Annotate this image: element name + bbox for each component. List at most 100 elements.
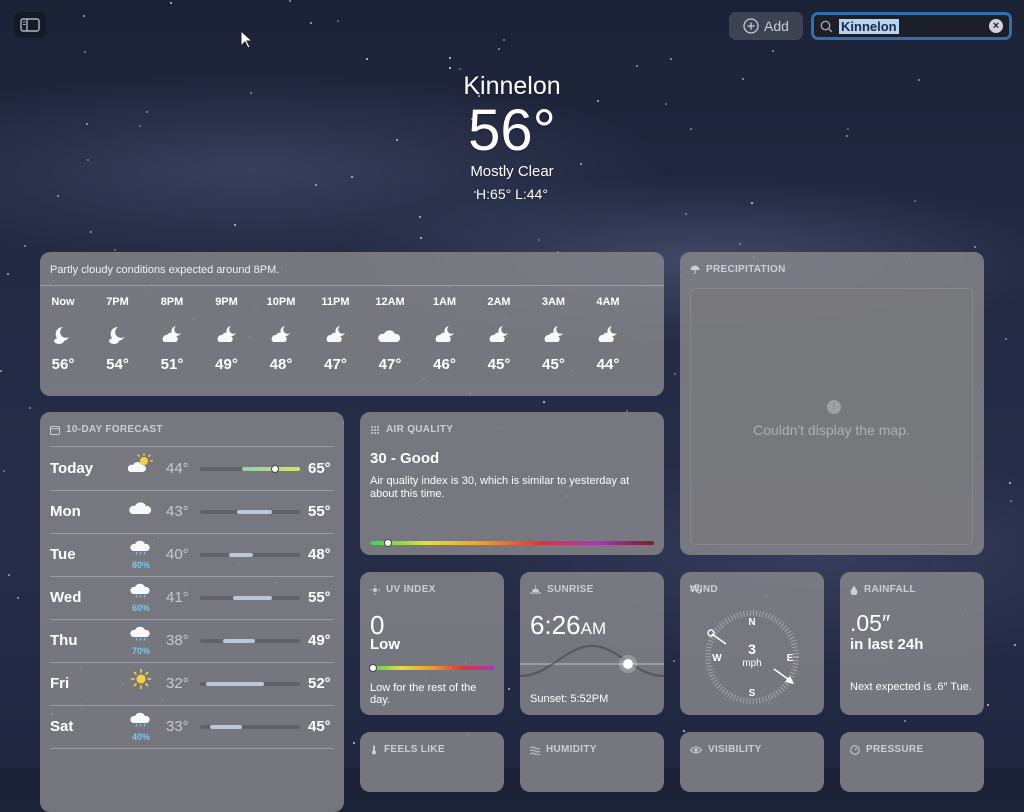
sidebar-icon [20, 18, 40, 32]
star [636, 65, 638, 67]
star [538, 239, 540, 241]
forecast-row[interactable]: Thu 70% 38° 49° [50, 619, 334, 663]
umbrella-icon [690, 265, 700, 274]
star [0, 370, 2, 372]
add-location-button[interactable]: Add [729, 12, 803, 40]
rainfall-card[interactable]: RAINFALL .05″ in last 24h Next expected … [840, 572, 984, 715]
rainfall-value: .05″ [850, 610, 891, 636]
forecast-high: 45° [308, 718, 331, 735]
humidity-title: HUMIDITY [530, 744, 597, 755]
forecast-row[interactable]: Today 44° 65° [50, 447, 334, 491]
wind-speed: 3 [748, 641, 756, 657]
sunrise-title: SUNRISE [530, 584, 594, 595]
forecast-high: 55° [308, 589, 331, 606]
partly-cloudy-night-icon [217, 326, 236, 342]
wind-card[interactable]: WIND N E S W 3 mph [680, 572, 824, 715]
star [508, 688, 510, 690]
forecast-row[interactable]: Fri 32° 52° [50, 662, 334, 706]
hourly-forecast-card[interactable]: Partly cloudy conditions expected around… [40, 252, 664, 396]
hour-time: 2AM [487, 296, 511, 308]
air-quality-title: AIR QUALITY [370, 424, 453, 435]
current-weather-header: Kinnelon 56° Mostly Clear H:65° L:44° [0, 72, 1024, 202]
add-button-label: Add [764, 18, 789, 34]
current-temperature: 56° [468, 98, 556, 163]
partly-cloudy-night-icon [326, 326, 345, 342]
humidity-card[interactable]: HUMIDITY [520, 732, 664, 792]
uv-index-card[interactable]: UV INDEX 0 Low Low for the rest of the d… [360, 572, 504, 715]
partly-sunny-icon [127, 453, 153, 472]
compass-west: W [712, 653, 722, 664]
search-field[interactable]: Kinnelon × [811, 12, 1012, 40]
partly-cloudy-night-icon [435, 326, 454, 342]
sunrise-card[interactable]: SUNRISE 6:26AM Sunset: 5:52PM [520, 572, 664, 715]
star [310, 22, 312, 24]
pressure-title-text: PRESSURE [866, 744, 924, 755]
hour-time: 8PM [160, 296, 184, 308]
rain-cloud-icon [130, 583, 150, 598]
temperature-range-bar [200, 639, 300, 643]
temperature-range-fill [233, 596, 272, 600]
rainfall-title-text: RAINFALL [864, 584, 916, 595]
sidebar-toggle-button[interactable] [14, 12, 46, 38]
uv-note: Low for the rest of the day. [370, 682, 477, 706]
star [366, 58, 368, 60]
forecast-row[interactable]: Sat 40% 33° 45° [50, 705, 334, 749]
search-input-value[interactable]: Kinnelon [839, 18, 899, 34]
star [8, 574, 10, 576]
forecast-row[interactable]: Mon 43° 55° [50, 490, 334, 534]
star [419, 216, 421, 218]
air-quality-card[interactable]: AIR QUALITY 30 - Good Air quality index … [360, 412, 664, 555]
forecast-day: Thu [50, 632, 78, 649]
ten-day-title: 10-DAY FORECAST [50, 424, 163, 435]
forecast-row[interactable]: Wed 60% 41° 55° [50, 576, 334, 620]
temperature-range-bar [200, 465, 300, 473]
hour-temperature: 47° [324, 356, 347, 373]
star [503, 39, 505, 41]
hourly-summary: Partly cloudy conditions expected around… [50, 264, 280, 276]
forecast-low: 33° [166, 718, 189, 735]
sunrise-time-value: 6:26 [530, 610, 581, 640]
feels-like-card[interactable]: FEELS LIKE [360, 732, 504, 792]
forecast-high: 48° [308, 546, 331, 563]
air-quality-value: 30 - Good [370, 450, 440, 467]
ten-day-title-text: 10-DAY FORECAST [66, 424, 163, 435]
hourly-item: 9PM 49° [200, 296, 254, 373]
clear-search-icon[interactable]: × [989, 19, 1003, 33]
hour-temperature: 44° [596, 356, 620, 373]
feels-like-title: FEELS LIKE [370, 744, 445, 755]
precip-chance: 80% [131, 560, 150, 570]
star [24, 245, 26, 247]
cloud-icon [378, 330, 401, 342]
precip-chance: 60% [131, 603, 150, 613]
moon-cloud-icon [108, 326, 124, 344]
rainfall-period: in last 24h [850, 636, 924, 653]
temperature-range-fill [237, 510, 272, 514]
visibility-card[interactable]: VISIBILITY [680, 732, 824, 792]
star [543, 401, 545, 403]
precip-chance: 70% [131, 646, 150, 656]
humidity-title-text: HUMIDITY [546, 744, 597, 755]
forecast-row[interactable]: Tue 80% 40° 48° [50, 533, 334, 577]
ten-day-forecast-card[interactable]: 10-DAY FORECAST Today 44° 65° Mon 43° 55°… [40, 412, 344, 812]
temperature-range-fill [210, 725, 242, 729]
temperature-range-fill [206, 682, 264, 686]
wind-unit: mph [742, 658, 761, 669]
hourly-item: 7PM 54° [91, 296, 145, 373]
forecast-low: 44° [166, 460, 189, 477]
star [751, 202, 753, 204]
rain-cloud-icon [130, 626, 150, 641]
precipitation-map[interactable]: ! Couldn't display the map. [690, 288, 973, 545]
sun-path-graph [520, 644, 664, 677]
gauge-icon [850, 744, 860, 755]
rainfall-title: RAINFALL [850, 584, 916, 595]
uv-level: Low [370, 636, 400, 653]
precipitation-card[interactable]: PRECIPITATION ! Couldn't display the map… [680, 252, 984, 555]
partly-cloudy-night-icon [598, 326, 617, 342]
rainfall-note: Next expected is .6″ Tue. [850, 681, 972, 693]
pressure-card[interactable]: PRESSURE [840, 732, 984, 792]
city-name: Kinnelon [463, 72, 561, 100]
star [904, 720, 906, 722]
star [3, 470, 5, 472]
sun-icon [370, 584, 380, 595]
temperature-range-bar [200, 510, 300, 514]
